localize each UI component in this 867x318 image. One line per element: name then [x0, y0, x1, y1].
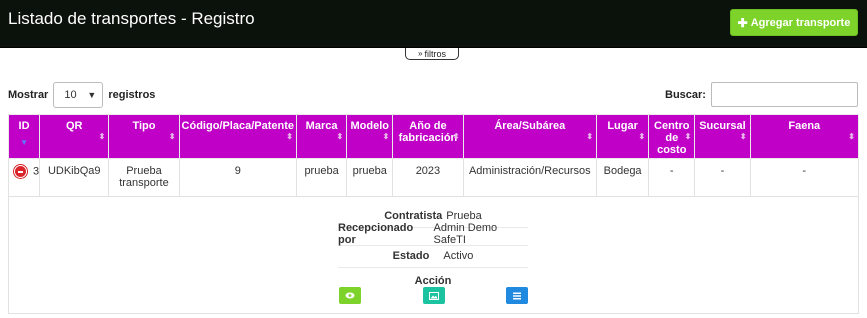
sort-icon: ⬍	[848, 132, 855, 141]
page-length-control: Mostrar 10 ▼ registros	[8, 82, 155, 108]
sort-icon: ⬍	[286, 132, 293, 141]
column-header-tipo-label: Tipo	[132, 120, 156, 132]
sort-icon: ⬍	[382, 132, 390, 141]
column-header-modelo[interactable]: Modelo ⬍	[346, 114, 394, 159]
cell-centro: -	[648, 158, 696, 197]
detail-recepcionado-value: Admin Demo SafeTI	[433, 221, 498, 246]
cell-id-value: 3	[33, 165, 40, 178]
add-transport-button[interactable]: ✚ Agregar transporte	[730, 9, 858, 36]
add-transport-label: Agregar transporte	[750, 16, 851, 29]
detail-estado-label: Estado	[392, 249, 430, 262]
list-button[interactable]	[506, 287, 528, 304]
cell-lugar: Bodega	[596, 158, 650, 197]
column-header-lugar-label: Lugar	[607, 120, 638, 132]
length-suffix: registros	[108, 89, 156, 101]
filters-label: filtros	[424, 48, 446, 59]
sort-desc-icon: ▼	[20, 138, 29, 147]
detail-recepcionado: Recepcionado por Admin Demo SafeTI	[338, 222, 528, 246]
search-control: Buscar:	[665, 82, 858, 107]
page-title: Listado de transportes - Registro	[8, 9, 255, 28]
search-label: Buscar:	[665, 88, 706, 101]
length-prefix: Mostrar	[8, 89, 49, 101]
search-input[interactable]	[710, 82, 858, 107]
filters-toggle[interactable]: » filtros	[405, 48, 459, 60]
table-header-row: ID ▼ QR ⬍ Tipo ⬍ Código/Placa/Patente ⬍ Marc…	[7, 114, 860, 159]
column-header-sucursal-label: Sucursal	[699, 120, 746, 132]
column-header-anio[interactable]: Año de fabricación ⬍	[392, 114, 464, 159]
image-button[interactable]	[423, 287, 445, 304]
column-header-marca-label: Marca	[305, 120, 338, 132]
column-header-id-label: ID	[18, 120, 30, 132]
column-header-sucursal[interactable]: Sucursal ⬍	[694, 114, 751, 159]
column-header-faena-label: Faena	[788, 120, 821, 132]
detail-estado-value: Activo	[443, 249, 474, 262]
column-header-anio-label: Año de fabricación	[398, 120, 458, 144]
column-header-qr-label: QR	[65, 120, 83, 132]
detail-contratista-label: Contratista	[384, 209, 443, 222]
detail-contratista-value: Prueba	[446, 209, 482, 222]
sort-icon: ⬍	[452, 132, 460, 141]
page-length-select[interactable]: 10 ▼	[53, 82, 104, 108]
cell-sucursal: -	[694, 158, 751, 197]
sort-icon: ⬍	[586, 132, 594, 141]
image-icon	[429, 291, 439, 300]
cell-faena: -	[749, 158, 860, 197]
cell-id: 3	[7, 158, 41, 197]
sort-icon: ⬍	[638, 132, 646, 141]
transport-table: ID ▼ QR ⬍ Tipo ⬍ Código/Placa/Patente ⬍ Marc…	[7, 114, 860, 197]
cell-anio: 2023	[392, 158, 464, 197]
sort-icon: ⬍	[336, 132, 344, 141]
sort-icon: ⬍	[684, 132, 692, 141]
chevron-down-icon: ▼	[87, 90, 97, 100]
cell-modelo: prueba	[346, 158, 394, 197]
detail-accion-label: Acción	[414, 275, 452, 287]
column-header-codigo[interactable]: Código/Placa/Patente ⬍	[178, 114, 297, 159]
top-header-bar: Listado de transportes - Registro ✚ Agre…	[0, 0, 867, 48]
column-header-tipo[interactable]: Tipo ⬍	[108, 114, 180, 159]
eye-icon	[345, 292, 355, 299]
column-header-codigo-label: Código/Placa/Patente	[181, 120, 295, 132]
list-icon	[513, 292, 521, 299]
chevron-down-icon: »	[418, 49, 423, 58]
sort-icon: ⬍	[739, 132, 747, 141]
column-header-id[interactable]: ID ▼	[7, 114, 41, 159]
plus-icon: ✚	[737, 15, 748, 30]
table-row: 3 UDKibQa9 Prueba transporte 9 prueba pr…	[7, 158, 860, 197]
column-header-centro[interactable]: Centro de costo ⬍	[648, 114, 696, 159]
column-header-faena[interactable]: Faena ⬍	[749, 114, 860, 159]
column-header-area-label: Área/Subárea	[494, 120, 566, 132]
cell-marca: prueba	[295, 158, 348, 197]
detail-recepcionado-label: Recepcionado por	[338, 221, 414, 246]
view-button[interactable]	[339, 287, 361, 304]
cell-qr: UDKibQa9	[39, 158, 110, 197]
cell-area: Administración/Recursos	[462, 158, 598, 197]
column-header-lugar[interactable]: Lugar ⬍	[596, 114, 650, 159]
cell-tipo: Prueba transporte	[108, 158, 180, 197]
sort-icon: ⬍	[98, 132, 106, 141]
cell-codigo: 9	[178, 158, 297, 197]
minus-circle-icon[interactable]	[14, 165, 27, 178]
column-header-qr[interactable]: QR ⬍	[39, 114, 110, 159]
column-header-marca[interactable]: Marca ⬍	[295, 114, 348, 159]
column-header-area[interactable]: Área/Subárea ⬍	[462, 114, 598, 159]
page-length-value: 10	[64, 89, 77, 101]
detail-estado: Estado Activo	[338, 244, 528, 268]
sort-icon: ⬍	[168, 132, 176, 141]
